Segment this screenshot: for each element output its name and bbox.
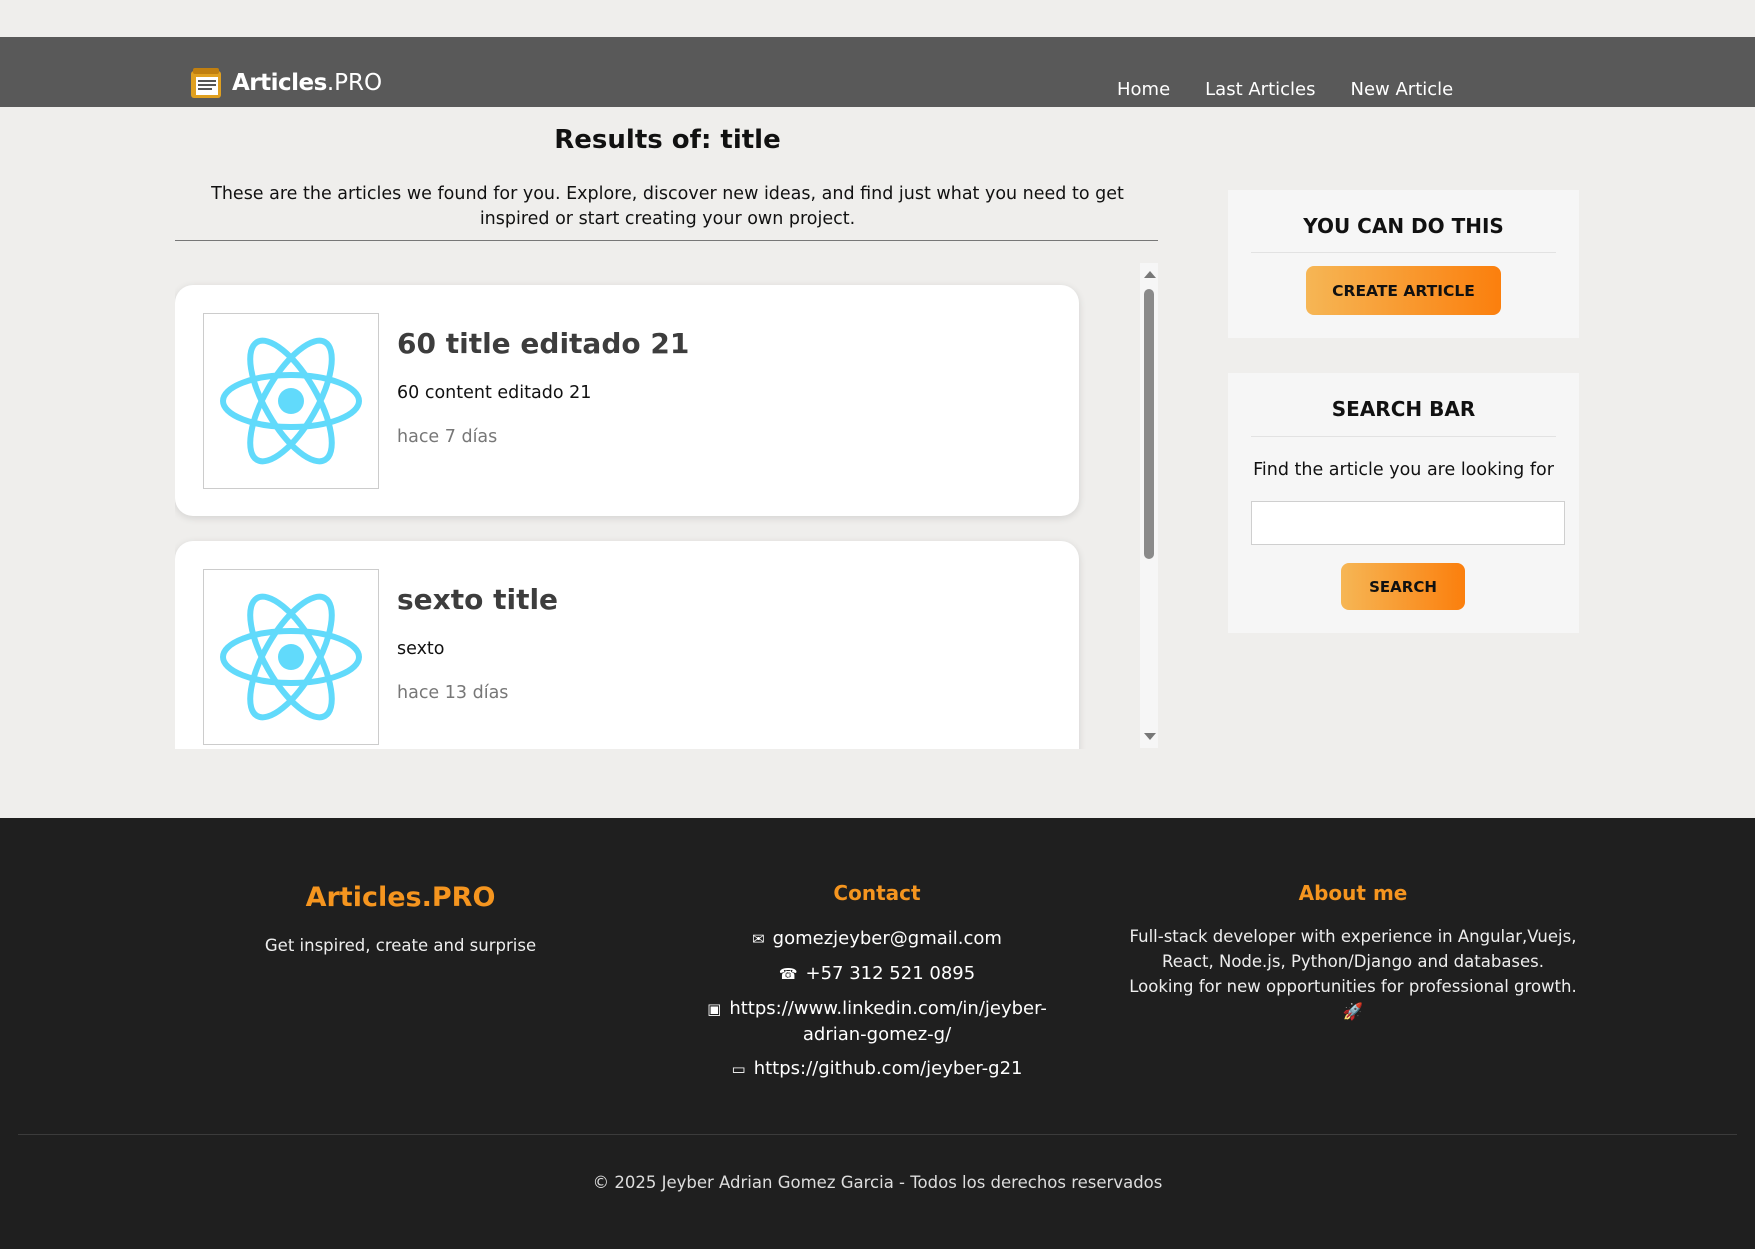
list-scrollbar[interactable]: [1140, 263, 1158, 748]
react-logo-icon: [220, 593, 362, 721]
contact-email[interactable]: ✉ gomezjeyber@gmail.com: [677, 926, 1077, 952]
article-date: hace 13 días: [397, 683, 509, 703]
nav-links: Home Last Articles New Article: [1117, 79, 1453, 100]
footer-copyright: © 2025 Jeyber Adrian Gomez Garcia - Todo…: [592, 1173, 1163, 1192]
article-content: sexto: [397, 639, 445, 659]
article-image: [203, 313, 379, 489]
intro-text: These are the articles we found for you.…: [211, 184, 1124, 229]
nav-home-link[interactable]: Home: [1117, 79, 1170, 100]
widget-divider: [1251, 436, 1556, 437]
brand-name: Articles: [232, 70, 327, 96]
footer-brand: Articles.PRO: [305, 882, 496, 913]
contact-phone-text[interactable]: +57 312 521 0895: [806, 963, 976, 984]
search-input[interactable]: [1251, 501, 1565, 545]
contact-phone[interactable]: ☎ +57 312 521 0895: [677, 961, 1077, 987]
search-button[interactable]: SEARCH: [1341, 563, 1465, 610]
footer-about-heading: About me: [1298, 881, 1408, 905]
footer-contact-heading: Contact: [833, 881, 921, 905]
search-widget-heading: SEARCH BAR: [1331, 397, 1476, 421]
widget-divider: [1251, 252, 1556, 253]
page-title: Results of: title: [554, 125, 781, 155]
article-date: hace 7 días: [397, 427, 498, 447]
article-title[interactable]: sexto title: [397, 583, 558, 616]
contact-github-text[interactable]: https://github.com/jeyber-g21: [754, 1058, 1023, 1079]
article-content: 60 content editado 21: [397, 383, 592, 403]
article-card[interactable]: sexto title sexto hace 13 días: [175, 541, 1079, 749]
briefcase-icon: ▣: [707, 1000, 722, 1018]
navbar: Articles .PRO Home Last Articles New Arti…: [0, 37, 1755, 107]
search-description: Find the article you are looking for: [1253, 460, 1554, 480]
divider: [175, 240, 1158, 241]
article-title[interactable]: 60 title editado 21: [397, 327, 689, 360]
contact-linkedin-text[interactable]: https://www.linkedin.com/in/jeyber-adria…: [729, 998, 1047, 1045]
contact-linkedin[interactable]: ▣ https://www.linkedin.com/in/jeyber-adri…: [677, 996, 1077, 1047]
footer-contact-list: ✉ gomezjeyber@gmail.com ☎ +57 312 521 0895…: [677, 926, 1077, 1091]
laptop-icon: ▭: [731, 1060, 746, 1078]
brand-suffix: .PRO: [326, 70, 383, 96]
article-list[interactable]: 60 title editado 21 60 content editado 2…: [175, 261, 1158, 749]
create-article-button[interactable]: CREATE ARTICLE: [1306, 266, 1501, 315]
create-widget-heading: YOU CAN DO THIS: [1303, 214, 1504, 238]
footer-divider: [18, 1134, 1737, 1135]
react-logo-icon: [220, 337, 362, 465]
nav-new-article-link[interactable]: New Article: [1351, 79, 1454, 100]
phone-icon: ☎: [778, 965, 798, 983]
footer: Articles.PRO Get inspired, create and su…: [0, 818, 1755, 1249]
article-image: [203, 569, 379, 745]
scroll-up-icon[interactable]: [1144, 271, 1156, 278]
create-widget: YOU CAN DO THIS CREATE ARTICLE: [1228, 190, 1579, 338]
article-card[interactable]: 60 title editado 21 60 content editado 2…: [175, 285, 1079, 516]
contact-github[interactable]: ▭ https://github.com/jeyber-g21: [677, 1056, 1077, 1082]
footer-about-text: Full-stack developer with experience in …: [1129, 927, 1577, 1021]
footer-tagline: Get inspired, create and surprise: [264, 936, 537, 955]
nav-last-articles-link[interactable]: Last Articles: [1205, 79, 1315, 100]
newspaper-icon: [191, 68, 221, 98]
envelope-icon: ✉: [752, 930, 765, 948]
brand-logo[interactable]: Articles .PRO: [188, 65, 382, 101]
scrollbar-thumb[interactable]: [1144, 289, 1154, 559]
scroll-down-icon[interactable]: [1144, 733, 1156, 740]
search-widget: SEARCH BAR Find the article you are look…: [1228, 373, 1579, 633]
contact-email-text[interactable]: gomezjeyber@gmail.com: [773, 928, 1002, 949]
